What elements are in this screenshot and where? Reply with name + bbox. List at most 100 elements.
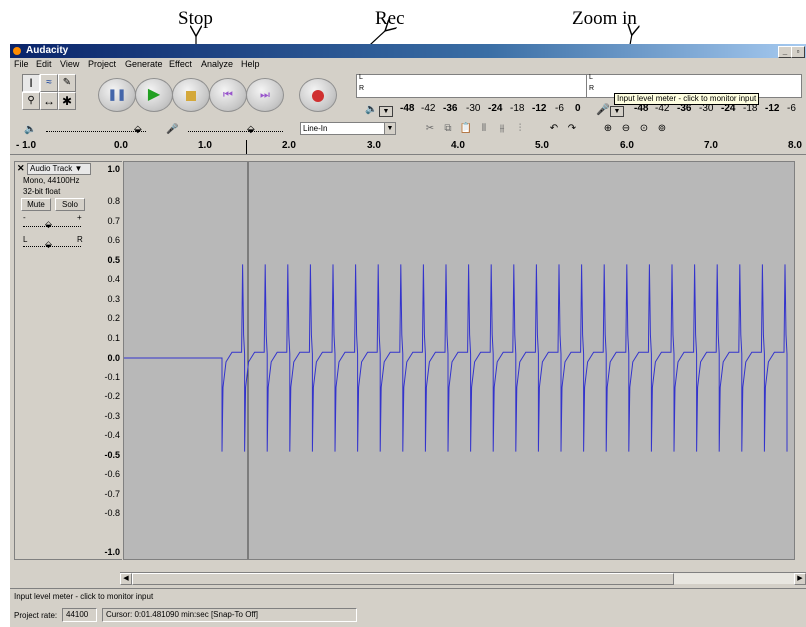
output-volume-thumb[interactable]: ⬙ <box>134 124 142 135</box>
menu-edit[interactable]: Edit <box>36 59 52 69</box>
zoom-out-icon[interactable]: ⊖ <box>618 121 634 137</box>
maximize-icon[interactable]: ▫ <box>791 46 805 58</box>
amplitude-label: -0.4 <box>104 430 120 440</box>
input-meter-menu-icon[interactable]: ▼ <box>610 106 624 117</box>
amplitude-label: 0.0 <box>107 353 120 363</box>
amplitude-label: 0.2 <box>107 313 120 323</box>
scrollbar-thumb[interactable] <box>132 573 674 585</box>
stop-icon <box>173 79 209 111</box>
scroll-right-icon[interactable]: ▶ <box>794 573 806 585</box>
draw-tool-icon[interactable]: ✎ <box>58 74 76 92</box>
amplitude-label: -0.3 <box>104 411 120 421</box>
gain-thumb[interactable]: ⬙ <box>45 219 52 230</box>
undo-icon[interactable]: ↶ <box>546 121 562 137</box>
amplitude-label: 0.1 <box>107 333 120 343</box>
solo-button[interactable]: Solo <box>55 198 85 211</box>
amplitude-label: 0.8 <box>107 196 120 206</box>
record-button[interactable] <box>299 78 337 112</box>
zoom-in-icon[interactable]: ⊕ <box>600 121 616 137</box>
multi-tool-icon[interactable]: ✱ <box>58 92 76 110</box>
skip-to-start-button[interactable]: ⏮ <box>209 78 247 112</box>
input-source-value: Line-In <box>303 124 328 133</box>
input-volume-thumb[interactable]: ⬙ <box>247 124 255 135</box>
amplitude-label: 0.5 <box>107 255 120 265</box>
input-volume-slider[interactable] <box>188 131 283 132</box>
horizontal-scrollbar[interactable]: ◀ ▶ <box>120 572 806 585</box>
trim-icon[interactable]: ⫴ <box>476 121 492 137</box>
amplitude-ruler: 1.0 0.8 0.7 0.6 0.5 0.4 0.3 0.2 0.1 0.0 … <box>91 161 122 560</box>
stop-button[interactable] <box>172 78 210 112</box>
window-title: Audacity <box>26 45 69 56</box>
mute-button[interactable]: Mute <box>21 198 51 211</box>
amplitude-label: -0.1 <box>104 372 120 382</box>
scroll-left-icon[interactable]: ◀ <box>120 573 132 585</box>
playhead-marker <box>246 140 247 154</box>
fit-project-icon[interactable]: ⊚ <box>654 121 670 137</box>
waveform-svg <box>124 162 788 559</box>
output-meter-menu-icon[interactable]: ▼ <box>379 106 393 117</box>
fit-selection-icon[interactable]: ⊙ <box>636 121 652 137</box>
menu-effect[interactable]: Effect <box>169 59 192 69</box>
cursor-position-readout: Cursor: 0:01.481090 min:sec [Snap-To Off… <box>102 608 357 622</box>
pause-icon: ❚❚ <box>107 89 127 101</box>
menu-bar: File Edit View Project Generate Effect A… <box>10 58 806 71</box>
track-name: Audio Track <box>30 164 73 173</box>
split-icon[interactable]: ⫶ <box>512 121 528 137</box>
status-bar: Input level meter - click to monitor inp… <box>10 588 806 627</box>
timeshift-tool-icon[interactable]: ↔ <box>40 92 58 110</box>
silence-icon[interactable]: ⫵ <box>494 121 510 137</box>
amplitude-label: -0.6 <box>104 469 120 479</box>
redo-icon[interactable]: ↷ <box>564 121 580 137</box>
menu-project[interactable]: Project <box>88 59 116 69</box>
skip-start-icon: ⏮ <box>223 89 233 101</box>
pan-right-label: R <box>77 235 83 244</box>
menu-analyze[interactable]: Analyze <box>201 59 233 69</box>
cut-icon[interactable]: ✂ <box>422 121 438 137</box>
amplitude-label: 1.0 <box>107 164 120 174</box>
output-level-meter[interactable] <box>356 74 590 98</box>
track-name-menu[interactable]: Audio Track ▼ <box>27 163 91 175</box>
track-format: Mono, 44100Hz <box>23 176 80 185</box>
ruler-label: 2.0 <box>282 140 296 151</box>
meter-tick: 0 <box>575 103 581 114</box>
ruler-label: 0.0 <box>114 140 128 151</box>
input-volume-mic-icon: 🎤 <box>166 124 179 135</box>
pan-slider[interactable] <box>23 246 81 247</box>
copy-icon[interactable]: ⧉ <box>440 121 456 137</box>
menu-help[interactable]: Help <box>241 59 260 69</box>
amplitude-label: -1.0 <box>104 547 120 557</box>
close-track-icon[interactable]: ✕ <box>17 163 25 174</box>
status-message: Input level meter - click to monitor inp… <box>14 592 154 601</box>
skip-to-end-button[interactable]: ⏭ <box>246 78 284 112</box>
annotation-rec: Rec <box>375 8 405 29</box>
waveform-display[interactable] <box>123 161 795 560</box>
output-volume-slider[interactable] <box>46 131 146 132</box>
pan-left-label: L <box>23 235 28 244</box>
project-rate-label: Project rate: <box>14 611 58 620</box>
timeline-ruler[interactable]: - 1.0 0.0 1.0 2.0 3.0 4.0 5.0 6.0 7.0 8.… <box>10 140 806 155</box>
envelope-tool-icon[interactable]: ≈ <box>40 74 58 92</box>
record-icon <box>300 79 336 111</box>
audacity-logo-icon <box>13 47 21 55</box>
menu-view[interactable]: View <box>60 59 79 69</box>
menu-generate[interactable]: Generate <box>125 59 163 69</box>
meter-tick: -24 <box>488 103 503 114</box>
pause-button[interactable]: ❚❚ <box>98 78 136 112</box>
ruler-label: 3.0 <box>367 140 381 151</box>
vertical-scrollbar[interactable] <box>795 161 806 558</box>
selection-tool-icon[interactable]: I <box>22 74 40 92</box>
annotation-zoom-in: Zoom in <box>572 8 637 29</box>
menu-file[interactable]: File <box>14 59 29 69</box>
gain-slider[interactable] <box>23 226 81 227</box>
paste-icon[interactable]: 📋 <box>458 121 474 137</box>
amplitude-label: 0.7 <box>107 216 120 226</box>
meter-tick: -6 <box>787 103 796 114</box>
input-source-select[interactable]: Line-In ▼ <box>300 122 396 135</box>
play-button[interactable]: ▶ <box>135 78 173 112</box>
project-rate-field[interactable]: 44100 <box>62 608 97 622</box>
zoom-tool-icon[interactable]: ⚲ <box>22 92 40 110</box>
minimize-icon[interactable]: _ <box>778 46 792 58</box>
amplitude-label: -0.5 <box>104 450 120 460</box>
pan-thumb[interactable]: ⬙ <box>45 239 52 250</box>
title-bar: Audacity _ ▫ <box>10 44 806 58</box>
